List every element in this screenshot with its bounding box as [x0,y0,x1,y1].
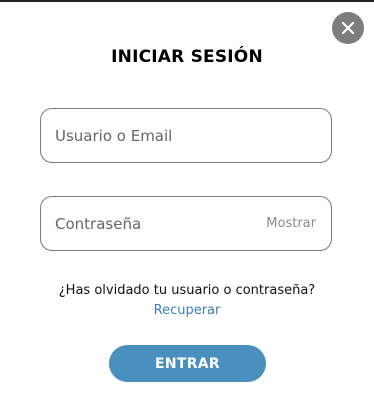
recover-link[interactable]: Recuperar [154,303,221,318]
password-field[interactable]: Mostrar [40,196,332,251]
username-input[interactable] [55,109,255,162]
forgot-credentials-text: ¿Has olvidado tu usuario o contraseña? [58,283,316,298]
login-submit-button[interactable]: ENTRAR [109,345,266,382]
username-field[interactable] [40,108,332,163]
modal-title: INICIAR SESIÓN [111,47,263,67]
close-button[interactable] [332,12,364,44]
show-password-toggle[interactable]: Mostrar [266,197,316,250]
close-icon [342,22,354,34]
recover-container: Recuperar [0,299,374,319]
password-input[interactable] [55,197,255,250]
modal-top-border [0,0,374,2]
